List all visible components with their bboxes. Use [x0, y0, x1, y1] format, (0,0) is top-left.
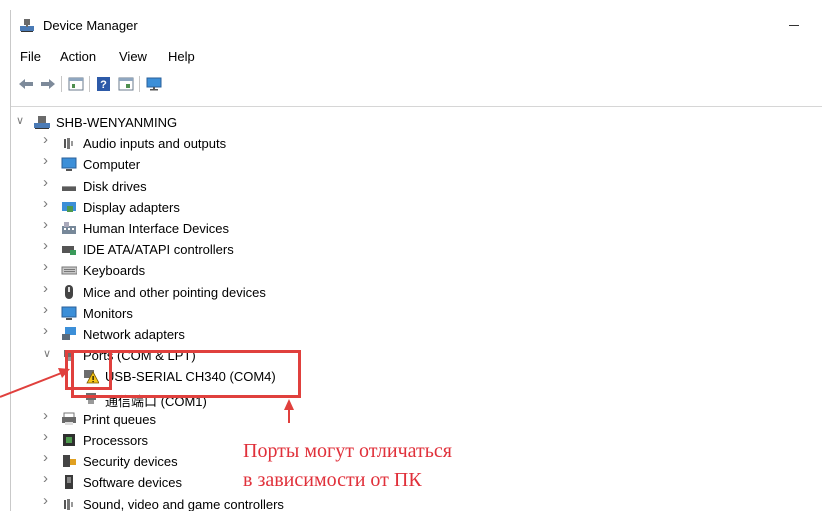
pointer-arrow-line [0, 371, 65, 398]
note-arrow-head [284, 399, 294, 410]
note-line-2: в зависимости от ПК [243, 469, 422, 491]
annotation-arrows [0, 368, 294, 423]
note-line-1: Порты могут отличаться [243, 440, 452, 462]
